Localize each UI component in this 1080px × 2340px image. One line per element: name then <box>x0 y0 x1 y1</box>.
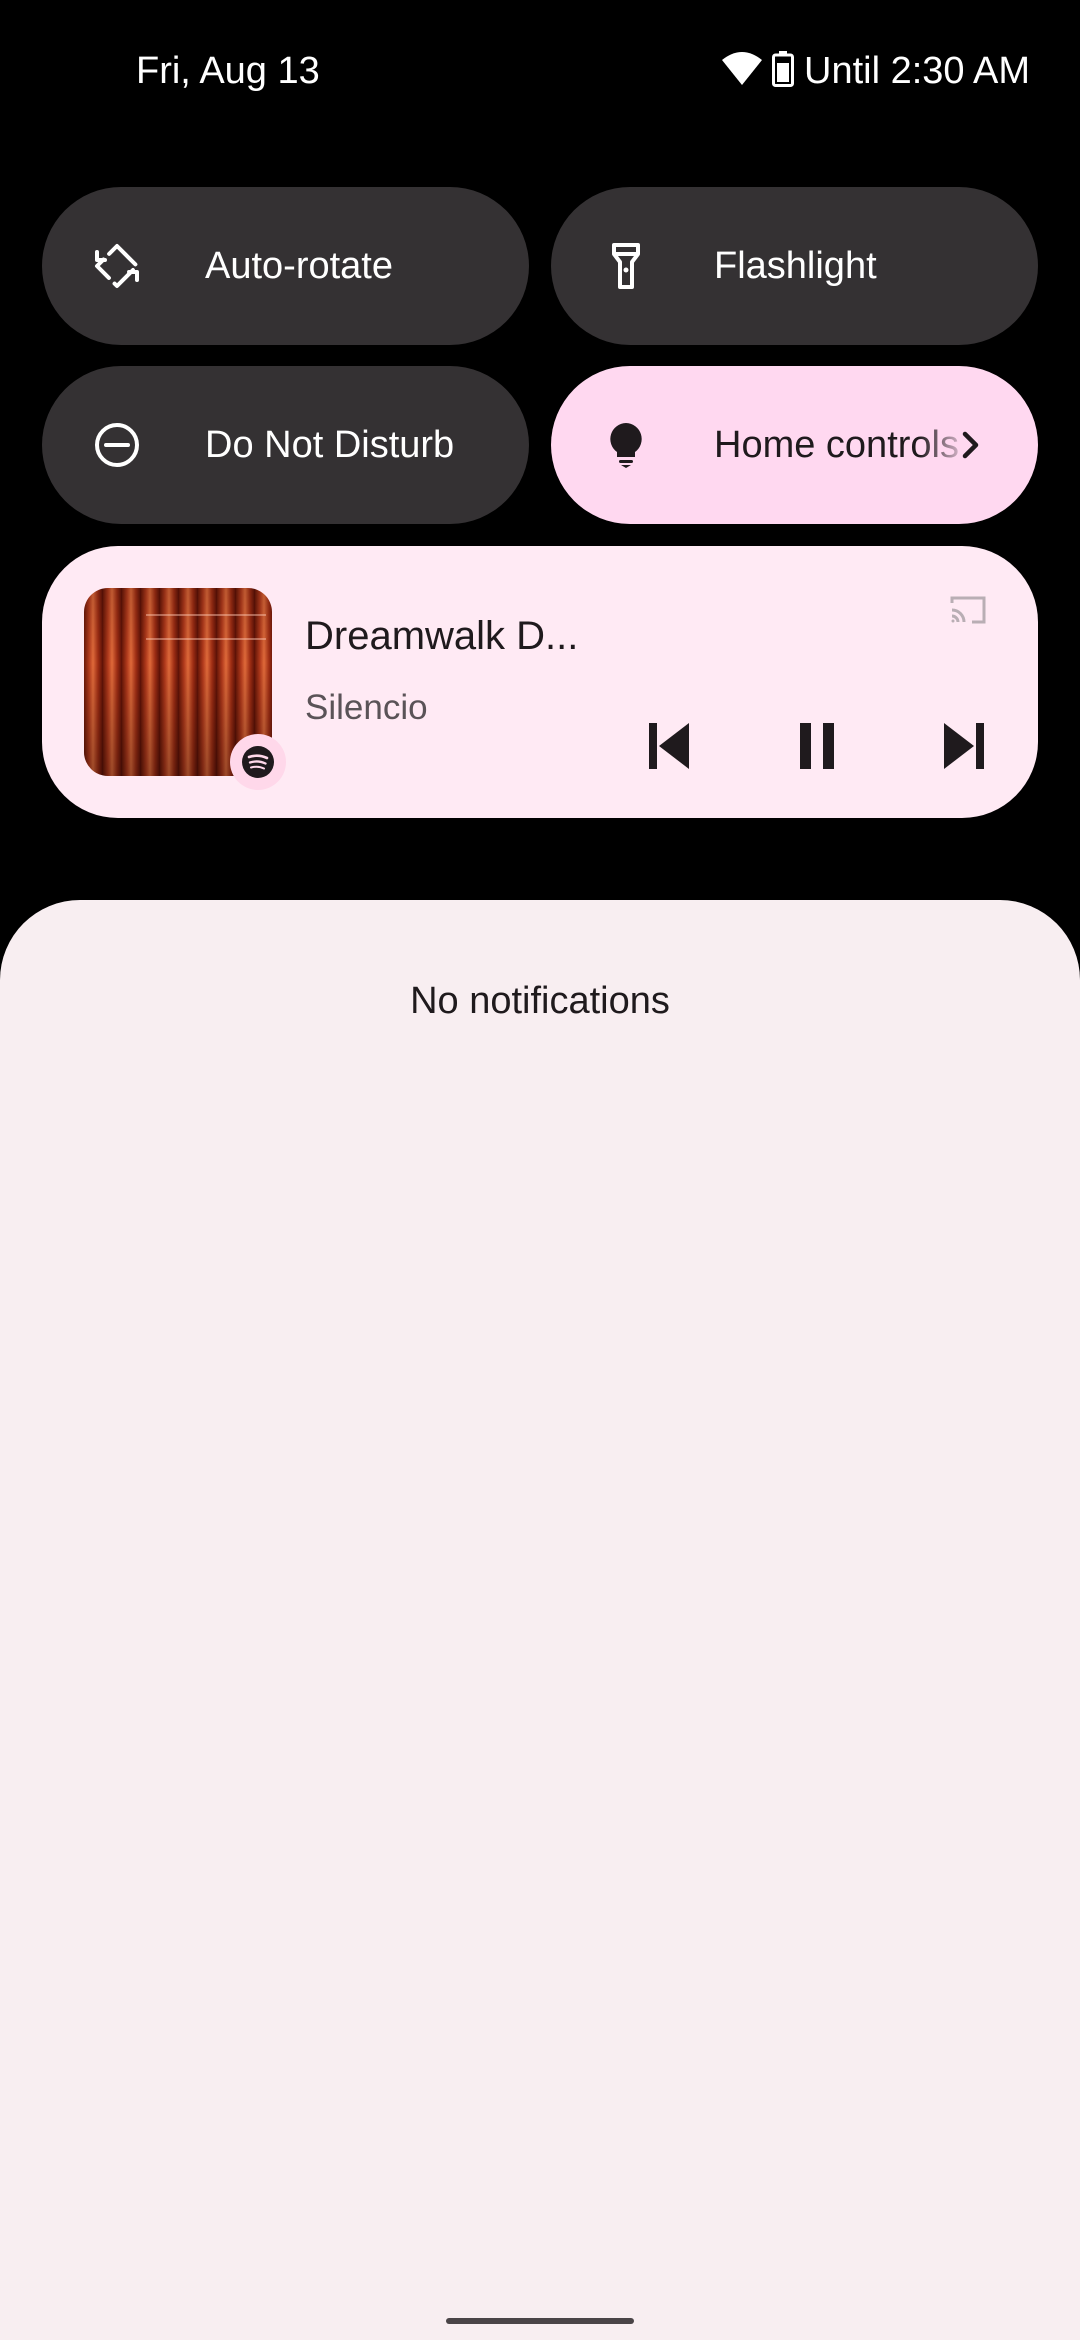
battery-icon <box>772 50 794 92</box>
wifi-icon <box>722 51 762 91</box>
spotify-icon <box>230 734 286 790</box>
battery-text: Until 2:30 AM <box>804 50 1030 92</box>
status-date: Fri, Aug 13 <box>136 50 320 92</box>
previous-icon <box>647 721 691 776</box>
tile-label: Flashlight <box>714 244 877 287</box>
home-gesture-handle[interactable] <box>446 2318 634 2324</box>
no-notifications-text: No notifications <box>410 980 670 1022</box>
chevron-right-icon <box>946 420 996 470</box>
auto-rotate-icon <box>92 241 142 291</box>
previous-button[interactable] <box>629 708 709 788</box>
tile-flashlight[interactable]: Flashlight <box>551 187 1038 345</box>
pause-button[interactable] <box>777 708 857 788</box>
flashlight-icon <box>601 241 651 291</box>
notification-shade: No notifications <box>0 900 1080 2340</box>
tile-home-controls[interactable]: Home controls <box>551 366 1038 524</box>
tile-label: Auto-rotate <box>205 244 393 287</box>
lightbulb-icon <box>601 420 651 470</box>
next-icon <box>942 721 986 776</box>
pause-icon <box>797 721 837 776</box>
tile-auto-rotate[interactable]: Auto-rotate <box>42 187 529 345</box>
media-player-card[interactable]: Dreamwalk D... Silencio <box>42 546 1038 818</box>
do-not-disturb-icon <box>92 420 142 470</box>
status-icons: Until 2:30 AM <box>722 48 1030 94</box>
cast-icon[interactable] <box>948 594 988 626</box>
album-art-lines <box>146 614 266 640</box>
next-button[interactable] <box>924 708 1004 788</box>
status-bar: Fri, Aug 13 Until 2:30 AM <box>0 0 1080 150</box>
tile-do-not-disturb[interactable]: Do Not Disturb <box>42 366 529 524</box>
media-title: Dreamwalk D... <box>305 614 579 658</box>
tile-label: Home controls <box>714 423 959 466</box>
media-artist: Silencio <box>305 688 428 727</box>
tile-label: Do Not Disturb <box>205 423 455 466</box>
